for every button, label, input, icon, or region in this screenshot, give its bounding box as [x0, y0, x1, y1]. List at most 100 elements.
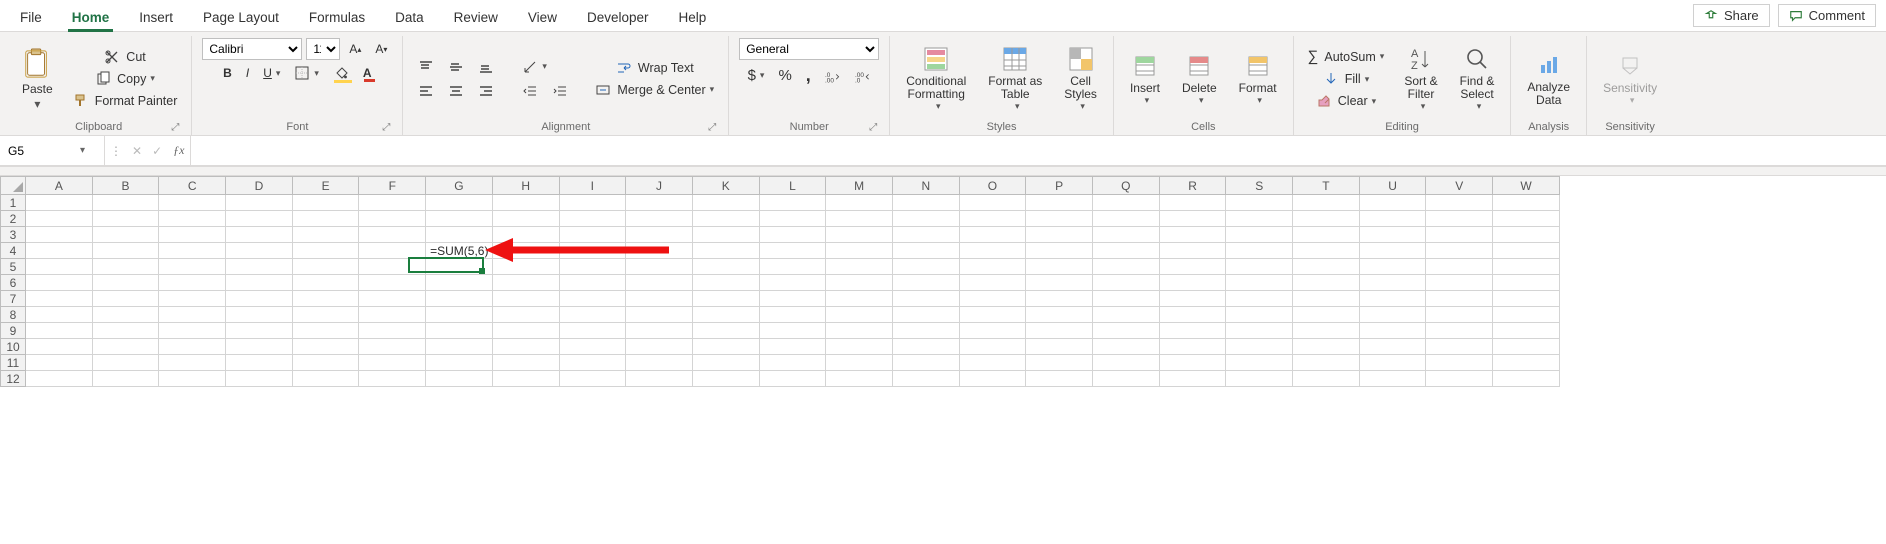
cell[interactable]	[1093, 339, 1160, 355]
format-cells-button[interactable]: Format	[1233, 50, 1283, 108]
cell[interactable]	[1093, 211, 1160, 227]
cell[interactable]	[492, 291, 559, 307]
column-header[interactable]: V	[1426, 177, 1493, 195]
cell[interactable]	[1159, 371, 1226, 387]
cell[interactable]	[1426, 291, 1493, 307]
cell[interactable]	[559, 227, 626, 243]
cell[interactable]	[292, 323, 359, 339]
cell[interactable]	[1426, 355, 1493, 371]
cell[interactable]	[1359, 275, 1426, 291]
column-header[interactable]: K	[692, 177, 759, 195]
cell[interactable]	[1026, 291, 1093, 307]
cell[interactable]	[626, 291, 693, 307]
cell[interactable]	[559, 195, 626, 211]
cell[interactable]	[1026, 307, 1093, 323]
cell[interactable]	[226, 195, 293, 211]
spreadsheet-grid[interactable]: ABCDEFGHIJKLMNOPQRSTUVW 1234=SUM(5,6)567…	[0, 176, 1560, 387]
cell[interactable]	[492, 195, 559, 211]
cell[interactable]	[759, 371, 826, 387]
cell[interactable]	[1226, 195, 1293, 211]
cell[interactable]	[226, 227, 293, 243]
row-header[interactable]: 5	[1, 259, 26, 275]
cell[interactable]	[559, 275, 626, 291]
cell[interactable]	[1359, 339, 1426, 355]
cell[interactable]	[892, 259, 959, 275]
cell[interactable]	[692, 259, 759, 275]
cell[interactable]: =SUM(5,6)	[426, 243, 493, 259]
cell[interactable]	[1293, 355, 1360, 371]
decrease-indent-button[interactable]	[517, 80, 543, 102]
cell[interactable]	[892, 355, 959, 371]
name-box[interactable]: ▾	[0, 136, 105, 165]
cell[interactable]	[226, 243, 293, 259]
cell[interactable]	[359, 211, 426, 227]
merge-center-button[interactable]: Merge & Center	[591, 80, 718, 100]
cell[interactable]	[1293, 323, 1360, 339]
cell[interactable]	[92, 339, 159, 355]
sensitivity-button[interactable]: Sensitivity	[1597, 50, 1663, 108]
cell[interactable]	[1226, 291, 1293, 307]
borders-button[interactable]	[289, 62, 324, 84]
tab-file[interactable]: File	[10, 4, 52, 31]
cell[interactable]	[226, 371, 293, 387]
cell[interactable]	[1426, 275, 1493, 291]
cell[interactable]	[359, 275, 426, 291]
cell[interactable]	[626, 275, 693, 291]
cell[interactable]	[1026, 195, 1093, 211]
column-header[interactable]: U	[1359, 177, 1426, 195]
cell[interactable]	[1293, 371, 1360, 387]
wrap-text-button[interactable]: Wrap Text	[591, 58, 718, 78]
cell[interactable]	[1159, 323, 1226, 339]
cell[interactable]	[1359, 259, 1426, 275]
cell[interactable]	[892, 211, 959, 227]
cell[interactable]	[826, 275, 893, 291]
cell[interactable]	[1159, 259, 1226, 275]
cell[interactable]	[226, 339, 293, 355]
cell[interactable]	[626, 195, 693, 211]
cell[interactable]	[1493, 243, 1560, 259]
cell[interactable]	[892, 307, 959, 323]
cell[interactable]	[359, 259, 426, 275]
cell[interactable]	[1026, 323, 1093, 339]
cell[interactable]	[1093, 243, 1160, 259]
cell[interactable]	[1359, 355, 1426, 371]
formula-bar-input[interactable]	[191, 136, 1886, 165]
cell[interactable]	[759, 211, 826, 227]
cell[interactable]	[759, 291, 826, 307]
cell[interactable]	[359, 339, 426, 355]
column-header[interactable]: Q	[1093, 177, 1160, 195]
cell[interactable]	[826, 355, 893, 371]
cell[interactable]	[1226, 259, 1293, 275]
cell[interactable]	[492, 323, 559, 339]
cell[interactable]	[1426, 339, 1493, 355]
formula-cancel-button[interactable]: ✕	[127, 141, 147, 161]
cell[interactable]	[626, 371, 693, 387]
cell[interactable]	[1093, 355, 1160, 371]
cell[interactable]	[159, 307, 226, 323]
column-header[interactable]: T	[1293, 177, 1360, 195]
increase-font-button[interactable]: A▴	[344, 39, 366, 59]
cell[interactable]	[492, 339, 559, 355]
cell[interactable]	[1226, 355, 1293, 371]
cell[interactable]	[1026, 227, 1093, 243]
cell[interactable]	[492, 211, 559, 227]
number-dialog-launcher-icon[interactable]: ⤢	[869, 122, 877, 133]
italic-button[interactable]: I	[241, 63, 254, 83]
cell[interactable]	[1493, 227, 1560, 243]
row-header[interactable]: 7	[1, 291, 26, 307]
share-button[interactable]: Share	[1693, 4, 1770, 27]
cell[interactable]	[959, 259, 1026, 275]
cell[interactable]	[692, 275, 759, 291]
comma-format-button[interactable]: ,	[801, 62, 816, 89]
cell[interactable]	[1293, 227, 1360, 243]
cell[interactable]	[1159, 227, 1226, 243]
row-header[interactable]: 6	[1, 275, 26, 291]
cell[interactable]	[959, 291, 1026, 307]
autosum-button[interactable]: ∑AutoSum	[1304, 46, 1389, 67]
cell[interactable]	[1426, 371, 1493, 387]
cell[interactable]	[26, 371, 93, 387]
cell[interactable]	[1026, 275, 1093, 291]
cell[interactable]	[1293, 291, 1360, 307]
cell[interactable]	[1226, 275, 1293, 291]
cell[interactable]	[1359, 307, 1426, 323]
